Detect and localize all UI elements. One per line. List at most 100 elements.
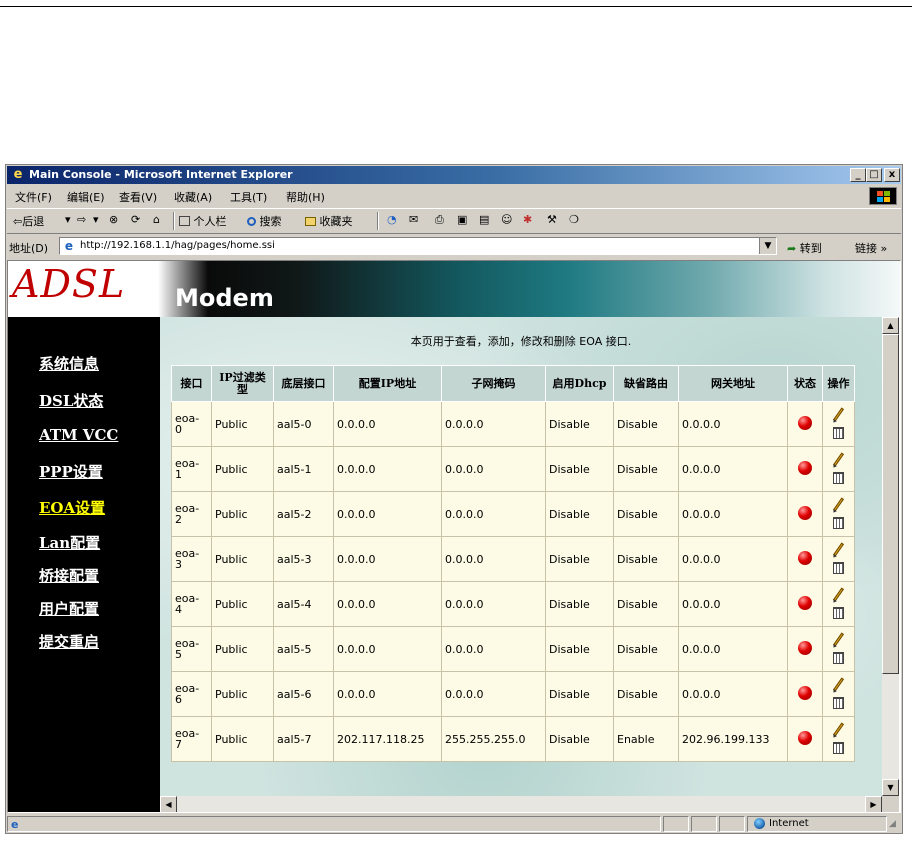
vertical-scrollbar[interactable]: ▲ ▼ (882, 317, 899, 796)
trash-icon[interactable] (832, 472, 844, 484)
scroll-left-button[interactable]: ◀ (160, 796, 177, 812)
cell-dhcp: Disable (545, 536, 614, 582)
page-content: ADSL Modem 系统信息 DSL状态 ATM VCC PPP设置 EOA设… (7, 260, 901, 813)
search-icon (247, 217, 256, 226)
nav-submit-reboot[interactable]: 提交重启 (39, 631, 99, 652)
col-header-gateway: 网关地址 (678, 365, 788, 402)
nav-eoa-settings[interactable]: EOA设置 (39, 497, 105, 518)
interface-index: 0 (175, 423, 182, 436)
history-icon[interactable]: ◔ (387, 213, 397, 226)
menu-tools[interactable]: 工具(T) (230, 189, 267, 205)
messenger-icon[interactable]: ☺ (501, 213, 512, 226)
address-input[interactable]: e http://192.168.1.1/hag/pages/home.ssi … (59, 237, 777, 255)
nav-bridge-config[interactable]: 桥接配置 (39, 565, 99, 586)
address-dropdown-button[interactable]: ▼ (759, 238, 776, 254)
red-status-dot-icon (798, 685, 812, 700)
trash-icon[interactable] (832, 562, 844, 574)
pencil-icon[interactable] (832, 632, 844, 647)
window-title: Main Console - Microsoft Internet Explor… (29, 168, 293, 181)
edit-page-icon[interactable]: ▣ (457, 213, 467, 226)
menu-favorites[interactable]: 收藏(A) (174, 189, 212, 205)
trash-icon[interactable] (832, 697, 844, 709)
scroll-right-button[interactable]: ▶ (865, 796, 882, 812)
refresh-icon[interactable]: ⟳ (131, 213, 140, 226)
title-bar[interactable]: e Main Console - Microsoft Internet Expl… (7, 166, 901, 184)
search-button[interactable]: 搜索 (247, 213, 282, 229)
cell-interface: eoa- 5 (171, 626, 212, 672)
cell-action (822, 716, 855, 762)
status-bar: e Internet ◢ (7, 815, 901, 833)
trash-icon[interactable] (832, 517, 844, 529)
scroll-up-button[interactable]: ▲ (882, 317, 899, 334)
discuss-icon[interactable]: ▤ (479, 213, 489, 226)
interface-index: 7 (175, 738, 182, 751)
cell-gateway: 0.0.0.0 (678, 581, 788, 627)
menu-edit[interactable]: 编辑(E) (67, 189, 105, 205)
interface-index: 5 (175, 648, 182, 661)
cell-lower-interface: aal5-2 (273, 491, 334, 537)
cell-lower-interface: aal5-1 (273, 446, 334, 492)
trash-icon[interactable] (832, 427, 844, 439)
personal-bar-button[interactable]: 个人栏 (179, 213, 227, 229)
nav-lan-config[interactable]: Lan配置 (39, 532, 100, 553)
nav-system-info[interactable]: 系统信息 (39, 353, 99, 374)
research-icon[interactable]: ✱ (523, 213, 532, 226)
minimize-button[interactable]: _ (850, 168, 866, 182)
forward-dropdown-icon[interactable]: ▾ (93, 213, 99, 226)
pencil-icon[interactable] (832, 407, 844, 422)
pencil-icon[interactable] (832, 677, 844, 692)
links-button[interactable]: 链接 » (855, 240, 887, 256)
home-icon[interactable]: ⌂ (153, 213, 160, 226)
cell-lower-interface: aal5-3 (273, 536, 334, 582)
cell-subnet-mask: 0.0.0.0 (441, 671, 546, 717)
vertical-scroll-thumb[interactable] (882, 334, 899, 674)
trash-icon[interactable] (832, 742, 844, 754)
cell-gateway: 0.0.0.0 (678, 446, 788, 492)
pencil-icon[interactable] (832, 452, 844, 467)
back-dropdown-icon[interactable]: ▾ (65, 213, 71, 226)
row-actions (831, 497, 847, 531)
sidebar: 系统信息 DSL状态 ATM VCC PPP设置 EOA设置 Lan配置 桥接配… (8, 317, 160, 812)
tools-icon[interactable]: ⚒ (547, 213, 557, 226)
favorites-button[interactable]: 收藏夹 (305, 213, 353, 229)
maximize-button[interactable]: □ (866, 168, 882, 182)
horizontal-scrollbar[interactable]: ◀ ▶ (160, 796, 882, 812)
cell-ip-filter: Public (211, 716, 274, 762)
back-button[interactable]: ⇦后退 (13, 213, 44, 229)
nav-ppp-settings[interactable]: PPP设置 (39, 461, 103, 482)
cell-default-route: Disable (613, 626, 679, 672)
red-status-dot-icon (798, 460, 812, 475)
cell-default-route: Disable (613, 536, 679, 582)
pencil-icon[interactable] (832, 587, 844, 602)
nav-user-config[interactable]: 用户配置 (39, 598, 99, 619)
pencil-icon[interactable] (832, 542, 844, 557)
menu-view[interactable]: 查看(V) (119, 189, 157, 205)
scroll-down-button[interactable]: ▼ (882, 779, 899, 796)
chat-icon[interactable]: ❍ (569, 213, 579, 226)
menu-help[interactable]: 帮助(H) (286, 189, 325, 205)
cell-status (787, 716, 823, 762)
go-button[interactable]: ➦ 转到 (787, 240, 822, 256)
cell-lower-interface: aal5-4 (273, 581, 334, 627)
menu-file[interactable]: 文件(F) (15, 189, 52, 205)
print-icon[interactable]: ⎙ (435, 213, 444, 227)
close-button[interactable]: x (884, 168, 900, 182)
nav-atm-vcc[interactable]: ATM VCC (39, 426, 118, 444)
cell-ip-filter: Public (211, 446, 274, 492)
internet-zone-icon (754, 818, 765, 829)
cell-action (822, 581, 855, 627)
cell-dhcp: Disable (545, 671, 614, 717)
pencil-icon[interactable] (832, 722, 844, 737)
mail-icon[interactable]: ✉ (409, 213, 418, 226)
trash-icon[interactable] (832, 652, 844, 664)
pencil-icon[interactable] (832, 497, 844, 512)
nav-dsl-status[interactable]: DSL状态 (39, 390, 103, 411)
address-url[interactable]: http://192.168.1.1/hag/pages/home.ssi (80, 240, 275, 251)
toolbar-separator (377, 212, 379, 230)
stop-icon[interactable]: ⊗ (109, 213, 118, 226)
col-header-default-route: 缺省路由 (613, 365, 679, 402)
forward-button[interactable]: ⇨ (77, 213, 86, 226)
table-row: eoa- 7 Public aal5-7 202.117.118.25 255.255.2… (171, 716, 855, 762)
col-header-lower-interface: 底层接口 (273, 365, 334, 402)
trash-icon[interactable] (832, 607, 844, 619)
